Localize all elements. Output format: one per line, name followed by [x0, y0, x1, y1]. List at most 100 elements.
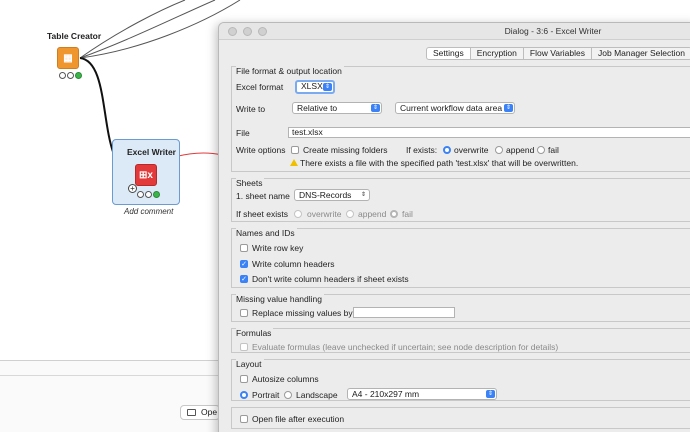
if-exists-append-radio[interactable] [495, 146, 503, 154]
status-light-red-icon [137, 191, 144, 198]
chevron-updown-icon: ⇕ [504, 104, 513, 112]
layout-panel: Layout Autosize columns Portrait Landsca… [231, 359, 690, 401]
dialog-title: Dialog - 3:6 - Excel Writer [504, 26, 602, 36]
folder-icon [187, 409, 196, 416]
portrait-label: Portrait [252, 390, 280, 400]
open-button[interactable]: Ope [180, 405, 220, 420]
if-exists-overwrite-label: overwrite [454, 145, 489, 155]
connection-line [79, 0, 186, 59]
sheet-overwrite-label: overwrite [307, 209, 342, 219]
sheet-name-select[interactable]: DNS-Records ⇕ [294, 189, 370, 201]
landscape-label: Landscape [296, 390, 338, 400]
status-light-yellow-icon [145, 191, 152, 198]
layout-title: Layout [236, 359, 264, 369]
chevron-updown-icon: ⇕ [323, 83, 332, 91]
write-to-value: Relative to [297, 103, 338, 113]
landscape-radio[interactable] [284, 391, 292, 399]
formulas-panel: Formulas Evaluate formulas (leave unchec… [231, 328, 690, 353]
add-comment-label[interactable]: Add comment [124, 207, 173, 216]
table-icon: ▦ [63, 52, 73, 64]
sheets-panel: Sheets 1. sheet name DNS-Records ⇕ If sh… [231, 178, 690, 222]
tab-encryption[interactable]: Encryption [470, 47, 524, 60]
open-button-label: Ope [201, 407, 218, 417]
bottom-panel [0, 360, 220, 432]
tab-job-manager-selection[interactable]: Job Manager Selection [592, 47, 690, 60]
write-to-select[interactable]: Relative to ⇕ [292, 102, 382, 114]
write-column-headers-label: Write column headers [252, 259, 335, 269]
portrait-radio[interactable] [240, 391, 248, 399]
replace-missing-input[interactable] [353, 307, 455, 318]
status-light-red-icon [59, 72, 66, 79]
status-light-green-icon [153, 191, 160, 198]
replace-missing-label: Replace missing values by [252, 308, 353, 318]
autosize-columns-checkbox[interactable] [240, 375, 248, 383]
sheet-fail-label: fail [402, 209, 413, 219]
sheet-overwrite-radio[interactable] [294, 210, 302, 218]
if-exists-append-label: append [506, 145, 535, 155]
file-label: File [236, 128, 250, 138]
names-ids-panel: Names and IDs Write row key ✓ Write colu… [231, 228, 690, 288]
table-creator-node[interactable]: ▦ [57, 47, 79, 69]
sheets-title: Sheets [236, 178, 265, 188]
write-to-target-select[interactable]: Current workflow data area ⇕ [395, 102, 515, 114]
if-exists-overwrite-radio[interactable] [443, 146, 451, 154]
create-missing-folders-label: Create missing folders [303, 145, 388, 155]
excel-format-select[interactable]: XLSX ⇕ [295, 80, 335, 94]
file-format-panel: File format & output location Excel form… [231, 66, 690, 172]
formulas-title: Formulas [236, 328, 274, 338]
table-creator-status [59, 72, 82, 79]
evaluate-formulas-label: Evaluate formulas (leave unchecked if un… [252, 342, 559, 352]
write-column-headers-checkbox[interactable]: ✓ [240, 260, 248, 268]
tab-flow-variables[interactable]: Flow Variables [523, 47, 593, 60]
if-exists-fail-label: fail [548, 145, 559, 155]
excel-writer-node[interactable]: ⊞x [135, 164, 157, 186]
excel-writer-title: Excel Writer [127, 147, 176, 157]
missing-value-panel: Missing value handling Replace missing v… [231, 294, 690, 322]
overwrite-warning-text: There exists a file with the specified p… [300, 158, 579, 168]
if-exists-label: If exists: [406, 145, 438, 155]
status-light-yellow-icon [67, 72, 74, 79]
dont-write-headers-label: Don't write column headers if sheet exis… [252, 274, 409, 284]
open-after-panel: Open file after execution [231, 407, 690, 429]
write-row-key-checkbox[interactable] [240, 244, 248, 252]
sheet-fail-radio[interactable] [390, 210, 398, 218]
excel-format-label: Excel format [236, 82, 284, 92]
excel-format-value: XLSX [301, 81, 323, 91]
sheet-name-value: DNS-Records [299, 190, 352, 200]
open-after-execution-checkbox[interactable] [240, 415, 248, 423]
paper-size-value: A4 - 210x297 mm [352, 389, 420, 399]
excel-icon: ⊞x [139, 169, 153, 181]
write-options-label: Write options [236, 145, 286, 155]
dont-write-headers-checkbox[interactable]: ✓ [240, 275, 248, 283]
missing-value-title: Missing value handling [236, 294, 324, 304]
chevron-updown-icon: ⇕ [486, 390, 495, 398]
status-light-green-icon [75, 72, 82, 79]
tab-settings[interactable]: Settings [426, 47, 471, 60]
excel-writer-status [137, 191, 160, 198]
add-port-icon[interactable]: + [128, 184, 137, 193]
sheet-append-radio[interactable] [346, 210, 354, 218]
sheet-name-label: 1. sheet name [236, 191, 290, 201]
excel-writer-dialog: Dialog - 3:6 - Excel Writer Settings Enc… [218, 22, 690, 432]
names-ids-title: Names and IDs [236, 228, 297, 238]
file-path-input[interactable]: test.xlsx [288, 127, 690, 138]
evaluate-formulas-checkbox[interactable] [240, 343, 248, 351]
replace-missing-checkbox[interactable] [240, 309, 248, 317]
create-missing-folders-checkbox[interactable] [291, 146, 299, 154]
warning-icon [290, 159, 298, 166]
open-after-execution-label: Open file after execution [252, 414, 345, 424]
file-format-title: File format & output location [236, 66, 344, 76]
autosize-columns-label: Autosize columns [252, 374, 319, 384]
paper-size-select[interactable]: A4 - 210x297 mm ⇕ [347, 388, 497, 400]
chevron-updown-icon: ⇕ [360, 192, 367, 198]
write-to-target-value: Current workflow data area [400, 103, 503, 113]
dialog-tabs: Settings Encryption Flow Variables Job M… [426, 47, 690, 60]
write-to-label: Write to [236, 104, 266, 114]
dialog-titlebar[interactable]: Dialog - 3:6 - Excel Writer [219, 23, 690, 40]
connection-line [79, 0, 216, 59]
sheet-append-label: append [358, 209, 387, 219]
write-row-key-label: Write row key [252, 243, 304, 253]
table-creator-title: Table Creator [47, 31, 102, 41]
chevron-updown-icon: ⇕ [371, 104, 380, 112]
if-exists-fail-radio[interactable] [537, 146, 545, 154]
